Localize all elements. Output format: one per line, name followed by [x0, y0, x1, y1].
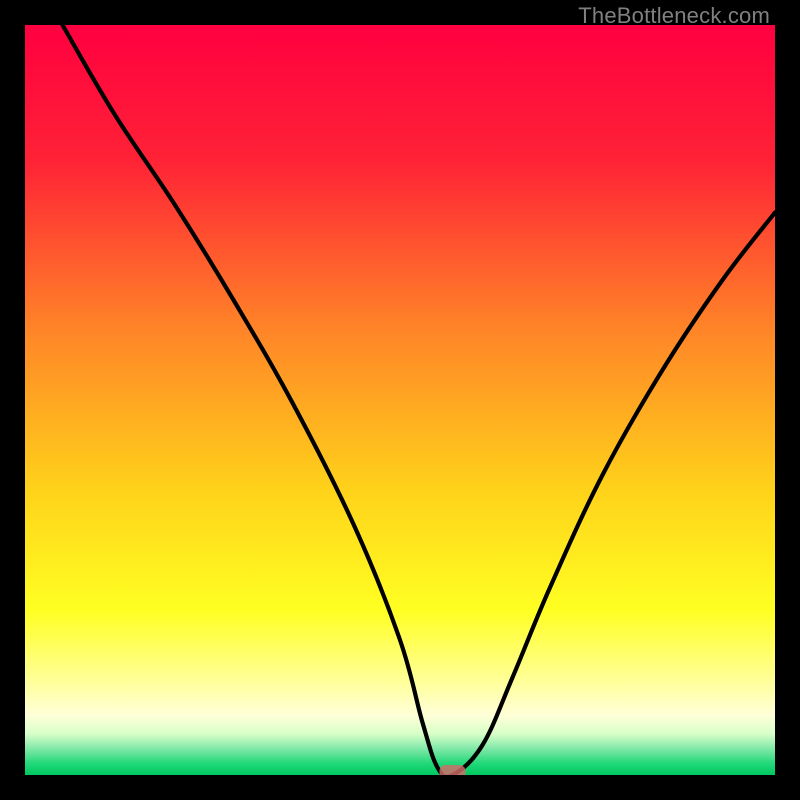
curve-layer [25, 25, 775, 775]
outer-frame: TheBottleneck.com [0, 0, 800, 800]
plot-area [25, 25, 775, 775]
minimum-marker [440, 765, 466, 775]
attribution-text: TheBottleneck.com [578, 3, 770, 29]
bottleneck-curve [63, 25, 776, 775]
